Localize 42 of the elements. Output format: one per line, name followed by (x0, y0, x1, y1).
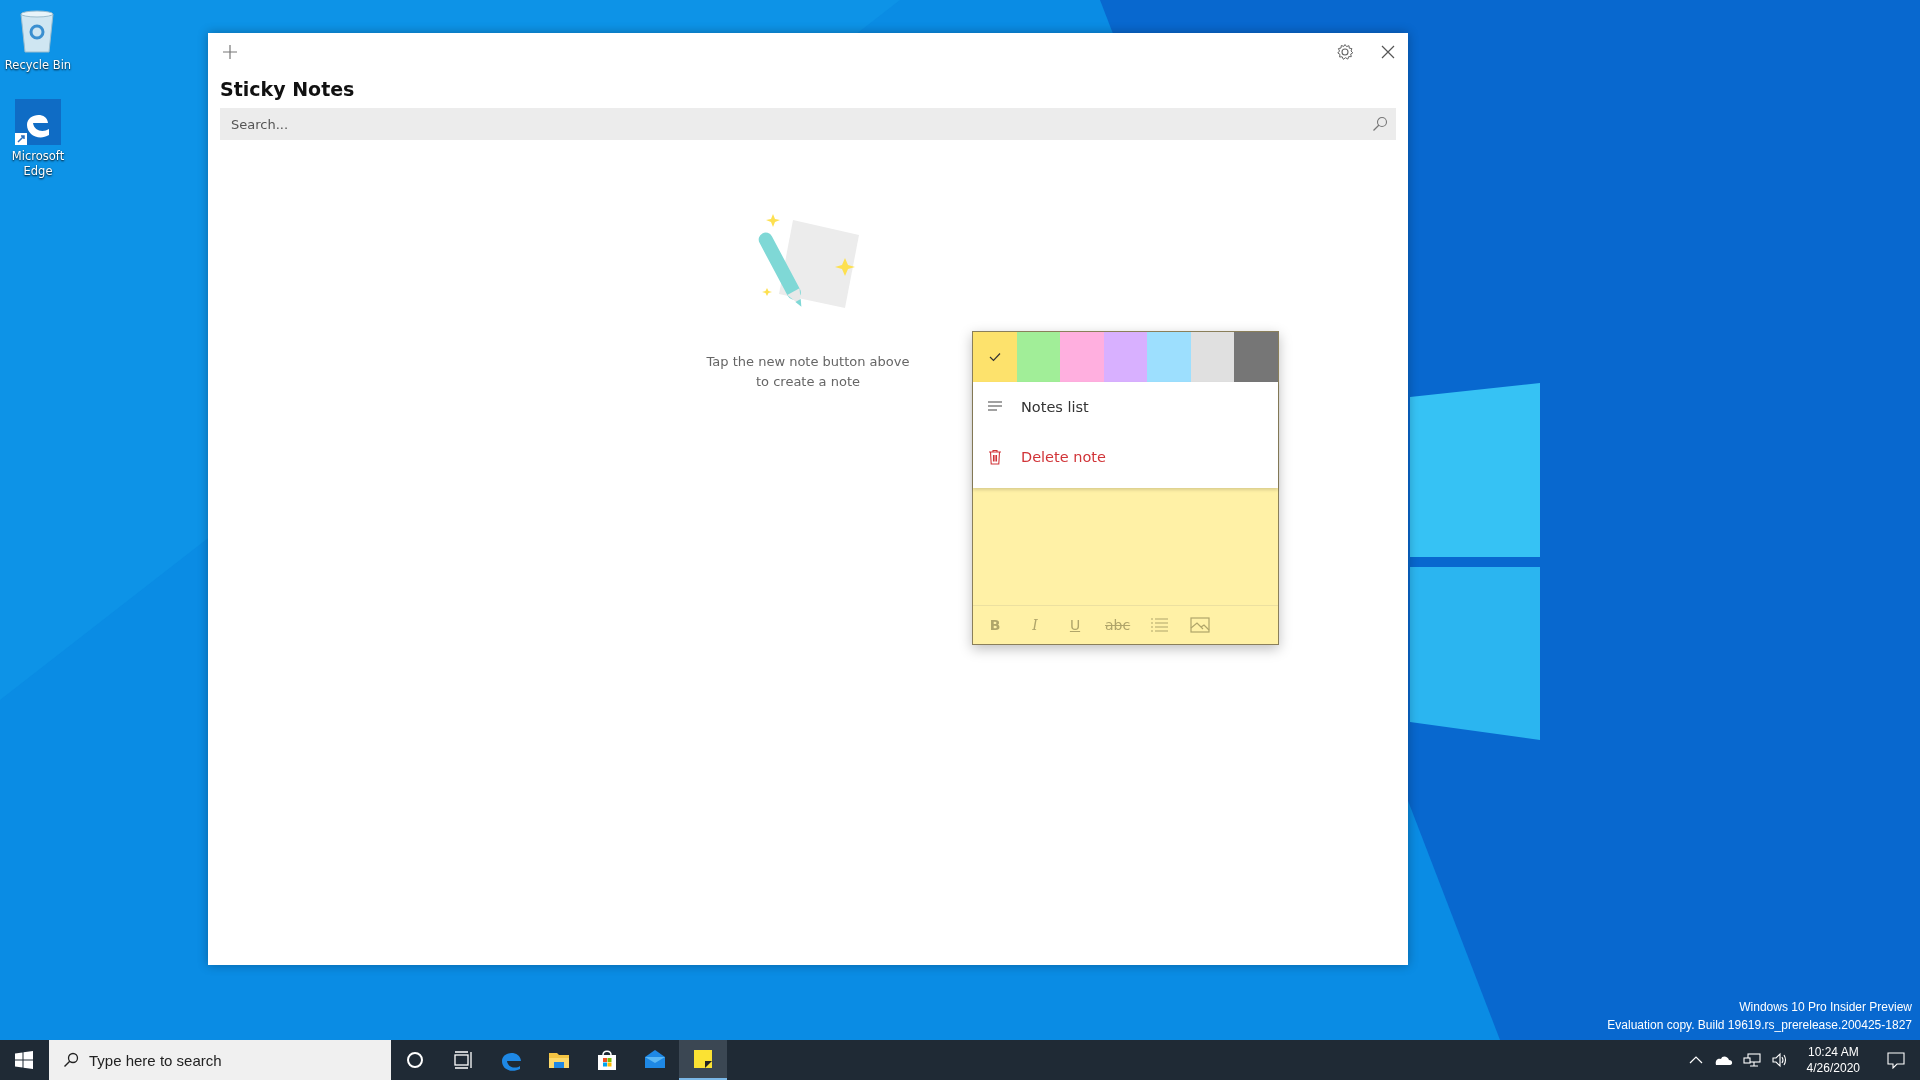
trash-icon (987, 449, 1003, 465)
notification-icon[interactable] (1886, 1051, 1906, 1069)
clock-date: 4/26/2020 (1806, 1060, 1860, 1076)
color-swatch[interactable] (1060, 332, 1104, 382)
underline-button[interactable]: U (1065, 617, 1085, 633)
task-view-icon (451, 1048, 475, 1072)
settings-icon[interactable] (1336, 43, 1354, 61)
desktop-shortcut[interactable]: Microsoft Edge (0, 97, 76, 179)
notice-text: Evaluation copy. Build 19619.rs_prerelease.200425-1827 (1607, 1017, 1912, 1034)
color-swatch[interactable] (1147, 332, 1191, 382)
close-icon[interactable] (1380, 44, 1396, 60)
taskbar-search-field[interactable]: Type here to search (49, 1040, 391, 1080)
color-swatch[interactable] (1190, 332, 1235, 382)
edge-logo-icon (13, 97, 63, 147)
search-icon[interactable] (1372, 116, 1388, 132)
sticky-note-icon (691, 1047, 715, 1071)
menu-item[interactable]: Notes list (973, 382, 1278, 432)
search-icon (63, 1052, 79, 1068)
color-swatch[interactable] (1016, 332, 1061, 382)
desktop-shortcut[interactable]: Recycle Bin (0, 6, 76, 73)
network-icon[interactable] (1742, 1052, 1761, 1068)
empty-state-message: Tap the new note button above to create a note (705, 353, 911, 391)
icon-label: Recycle Bin (3, 58, 73, 73)
speaker-icon[interactable] (1770, 1052, 1789, 1068)
italic-button[interactable]: I (1025, 617, 1045, 633)
color-swatch[interactable] (1103, 332, 1148, 382)
checkmark-icon (988, 352, 1001, 362)
start-icon[interactable] (15, 1051, 33, 1069)
color-swatch[interactable] (973, 332, 1017, 382)
notice-text: Windows 10 Pro Insider Preview (1739, 999, 1912, 1016)
icon-label: Microsoft Edge (10, 149, 66, 179)
strike-button[interactable]: abc (1105, 617, 1131, 633)
clock[interactable]: 10:24 AM 4/26/2020 (1798, 1044, 1868, 1076)
chevron-up-icon[interactable] (1688, 1055, 1703, 1065)
color-swatch[interactable] (1234, 332, 1279, 382)
taskbar-app[interactable] (679, 1040, 727, 1080)
clock-time: 10:24 AM (1807, 1044, 1859, 1060)
bold-button[interactable]: B (985, 617, 1005, 633)
menu-item[interactable]: Delete note (973, 432, 1278, 482)
search-field[interactable]: Search... (220, 108, 1396, 140)
app-title: Sticky Notes (219, 77, 356, 102)
shopping-bag-icon (595, 1048, 619, 1072)
